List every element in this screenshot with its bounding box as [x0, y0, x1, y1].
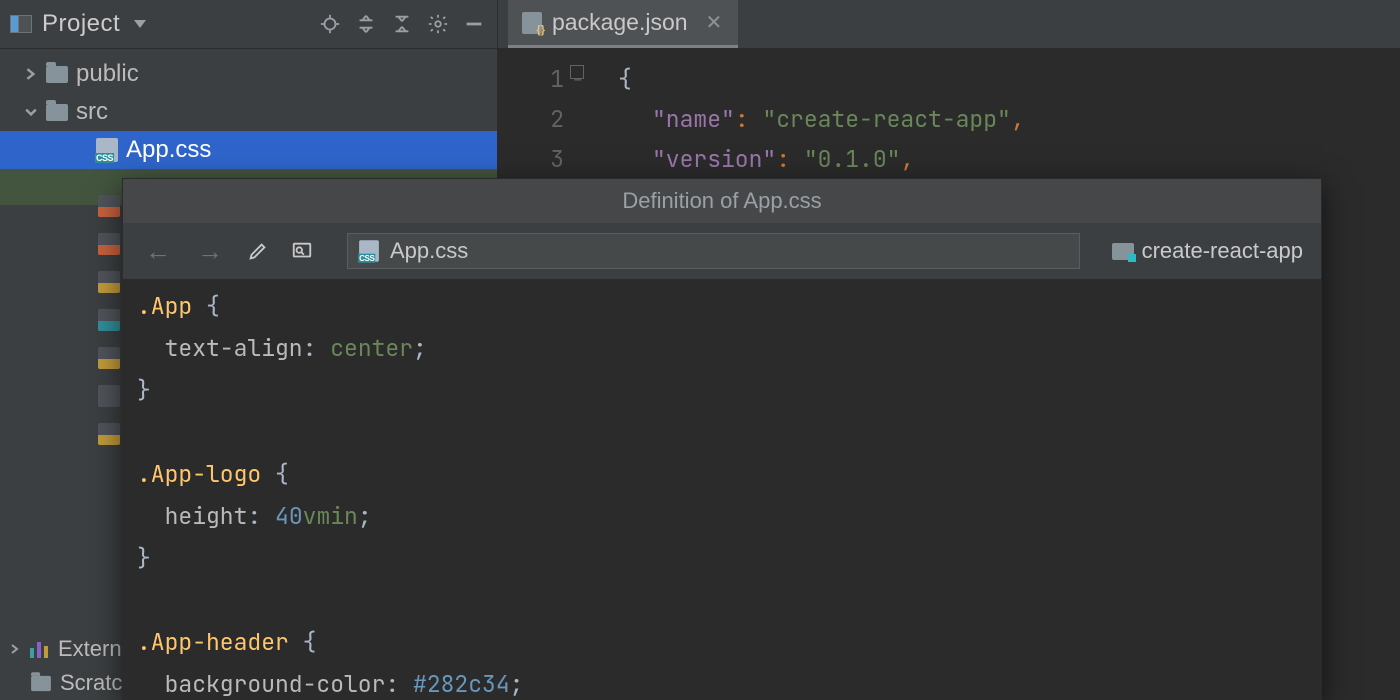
code-token: "version": [652, 144, 776, 174]
tree-node-appcss[interactable]: App.css: [0, 131, 497, 169]
show-source-icon[interactable]: [289, 238, 315, 264]
editor-tab-bar: package.json ✕: [498, 0, 1400, 49]
chevron-right-icon: [8, 644, 22, 654]
settings-gear-icon[interactable]: [425, 11, 451, 37]
css-value-num: 40: [275, 501, 303, 531]
css-prop: height: [165, 501, 248, 531]
hide-panel-icon[interactable]: [461, 11, 487, 37]
css-selector: .App: [137, 291, 192, 321]
file-icon: [98, 347, 120, 369]
popup-breadcrumb[interactable]: App.css: [347, 233, 1080, 269]
tool-window-icon: [10, 15, 32, 33]
project-view-dropdown-icon[interactable]: [134, 20, 146, 28]
css-prop: background-color: [165, 669, 386, 699]
tab-label: package.json: [552, 9, 688, 36]
obscured-file-icons: [98, 195, 124, 461]
chevron-right-icon: [24, 68, 38, 80]
popup-project-tag[interactable]: create-react-app: [1112, 238, 1303, 264]
project-folder-icon: [1112, 243, 1134, 260]
css-prop: text-align: [165, 333, 303, 363]
nav-back-button[interactable]: ←: [141, 236, 175, 267]
css-selector: .App-header: [137, 627, 289, 657]
project-name: create-react-app: [1142, 238, 1303, 264]
quick-definition-popup: Definition of App.css ← → App.css create…: [122, 178, 1322, 700]
folder-icon: [46, 104, 68, 121]
project-panel-header: Project: [0, 0, 497, 49]
tree-label: src: [76, 98, 108, 126]
file-icon: [98, 423, 120, 445]
fold-toggle-icon[interactable]: [570, 65, 584, 79]
css-file-icon: [359, 240, 379, 262]
code-token: "name": [652, 104, 735, 134]
tree-label: App.css: [126, 136, 211, 164]
json-file-icon: [522, 12, 542, 34]
css-value: #282c34: [413, 669, 510, 699]
project-panel-title[interactable]: Project: [42, 10, 120, 38]
line-number: 1: [498, 59, 564, 99]
editor-tab-package-json[interactable]: package.json ✕: [508, 0, 738, 48]
code-token: "0.1.0": [804, 144, 901, 174]
css-selector: .App-logo: [137, 459, 261, 489]
code-token: "create-react-app": [762, 104, 1010, 134]
file-icon: [98, 309, 120, 331]
popup-toolbar: ← → App.css create-react-app: [123, 223, 1321, 279]
tree-node-public[interactable]: public: [0, 55, 497, 93]
css-file-icon: [96, 138, 118, 162]
line-number: 2: [498, 99, 564, 139]
code-token: {: [618, 64, 632, 94]
tree-node-src[interactable]: src: [0, 93, 497, 131]
file-icon: [98, 233, 120, 255]
tree-label: public: [76, 60, 139, 88]
popup-title: Definition of App.css: [123, 179, 1321, 223]
breadcrumb-label: App.css: [390, 238, 468, 264]
file-icon: [98, 385, 120, 407]
file-icon: [98, 195, 120, 217]
popup-code-view[interactable]: .App { text-align: center; } .App-logo {…: [123, 279, 1321, 699]
locate-icon[interactable]: [317, 11, 343, 37]
css-value-unit: vmin: [303, 501, 358, 531]
library-icon: [30, 640, 50, 658]
close-tab-icon[interactable]: ✕: [706, 10, 723, 35]
expand-all-icon[interactable]: [353, 11, 379, 37]
css-value: center: [330, 333, 413, 363]
collapse-all-icon[interactable]: [389, 11, 415, 37]
folder-icon: [46, 66, 68, 83]
chevron-down-icon: [24, 106, 38, 118]
file-icon: [98, 271, 120, 293]
line-number: 3: [498, 139, 564, 179]
edit-source-icon[interactable]: [245, 238, 271, 264]
nav-forward-button[interactable]: →: [193, 236, 227, 267]
scratch-icon: [31, 675, 51, 690]
